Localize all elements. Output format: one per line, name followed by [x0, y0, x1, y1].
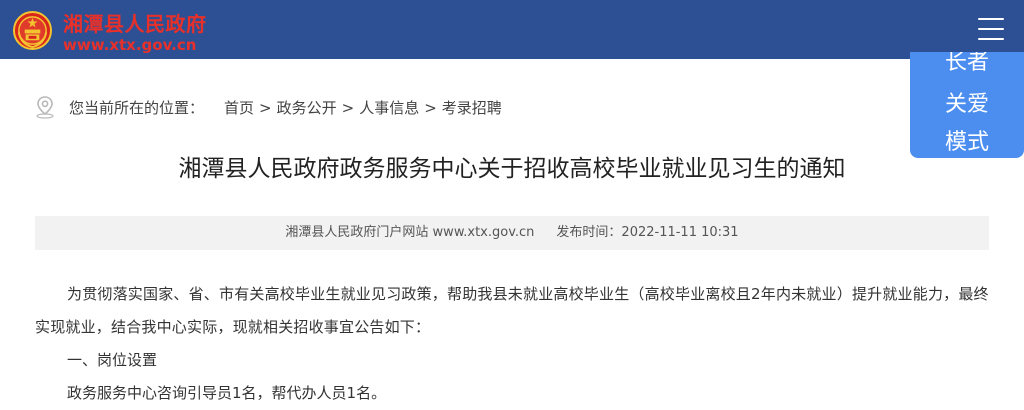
breadcrumb-separator: >	[341, 99, 355, 117]
breadcrumb-separator: >	[259, 99, 272, 117]
breadcrumb-separator: >	[424, 99, 437, 117]
national-emblem-icon[interactable]	[13, 11, 52, 50]
article-body: 为贯彻落实国家、省、市有关高校毕业生就业见习政策，帮助我县未就业高校毕业生（高校…	[35, 278, 989, 410]
breadcrumb-recruitment[interactable]: 考录招聘	[442, 99, 502, 117]
location-pin-icon	[36, 96, 54, 119]
breadcrumb: 首页 > 政务公开 > 人事信息 > 考录招聘	[224, 97, 502, 118]
article-paragraph: 政务服务中心咨询引导员1名，帮代办人员1名。	[67, 384, 387, 402]
article-publish-time: 发布时间：2022-11-11 10:31	[556, 225, 739, 240]
site-name[interactable]: 湘潭县人民政府	[63, 8, 207, 37]
article-paragraph: 为贯彻落实国家、省、市有关高校毕业生就业见习政策，帮助我县未就业高校毕业生（高校…	[35, 285, 989, 336]
article-source: 湘潭县人民政府门户网站 www.xtx.gov.cn	[285, 225, 535, 240]
article-title: 湘潭县人民政府政务服务中心关于招收高校毕业就业见习生的通知	[178, 156, 846, 182]
breadcrumb-home[interactable]: 首页	[224, 99, 254, 117]
breadcrumb-label: 您当前所在的位置：	[69, 99, 205, 117]
article-meta-bar: 湘潭县人民政府门户网站 www.xtx.gov.cn 发布时间：2022-11-1…	[35, 216, 989, 250]
care-mode-button[interactable]: 长者 关爱 模式	[910, 52, 1024, 158]
breadcrumb-gov-affairs[interactable]: 政务公开	[277, 99, 337, 117]
site-header: 湘潭县人民政府 www.xtx.gov.cn	[0, 0, 1024, 59]
section-heading: 一、岗位设置	[67, 351, 158, 369]
site-url[interactable]: www.xtx.gov.cn	[63, 36, 196, 54]
hamburger-menu-icon[interactable]	[978, 18, 1004, 40]
care-mode-line-1: 长者	[944, 52, 989, 75]
care-mode-line-2: 关爱	[944, 92, 989, 117]
breadcrumb-personnel-info[interactable]: 人事信息	[359, 99, 419, 117]
